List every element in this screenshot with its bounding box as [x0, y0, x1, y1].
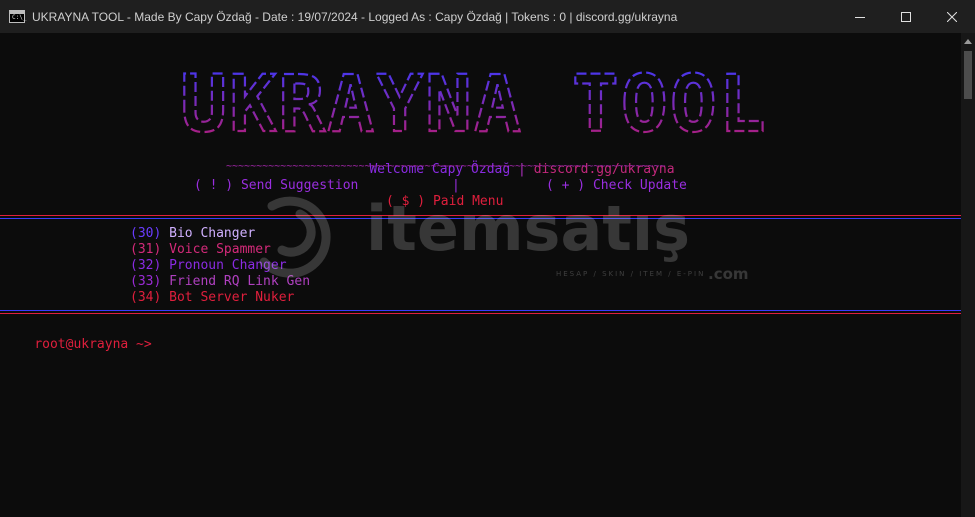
- banner-text: UKRAYNA TOOL: [180, 60, 768, 143]
- menu-item[interactable]: (34) Bot Server Nuker: [130, 290, 294, 306]
- menu-item-label: Pronoun Changer: [169, 258, 287, 273]
- menu-item[interactable]: (32) Pronoun Changer: [130, 258, 287, 274]
- scroll-up-arrow-icon[interactable]: [964, 39, 972, 44]
- maximize-icon: [901, 11, 911, 22]
- options-divider: |: [452, 178, 460, 193]
- menu-item-number: (31): [130, 242, 162, 257]
- menu-item-number: (30): [130, 226, 162, 241]
- check-update-option[interactable]: ( + ) Check Update: [546, 178, 687, 194]
- menu-item-label: Bot Server Nuker: [169, 290, 295, 305]
- minimize-button[interactable]: [837, 0, 883, 33]
- prompt-text: root@ukrayna ~>: [34, 337, 152, 352]
- separator-bottom: [0, 310, 961, 316]
- close-button[interactable]: [929, 0, 975, 33]
- menu-item-number: (32): [130, 258, 162, 273]
- maximize-button[interactable]: [883, 0, 929, 33]
- title-bar: C:\_ UKRAYNA TOOL - Made By Capy Özdağ -…: [0, 0, 975, 33]
- send-suggestion-option[interactable]: ( ! ) Send Suggestion: [194, 178, 358, 194]
- paid-menu-option[interactable]: ( $ ) Paid Menu: [386, 194, 503, 210]
- window-title: UKRAYNA TOOL - Made By Capy Özdağ - Date…: [32, 9, 678, 24]
- menu-item[interactable]: (31) Voice Spammer: [130, 242, 271, 258]
- terminal-app-icon: C:\_: [9, 10, 26, 23]
- close-icon: [947, 11, 957, 22]
- menu-item-label: Friend RQ Link Gen: [169, 274, 311, 289]
- menu-item[interactable]: (33) Friend RQ Link Gen: [130, 274, 310, 290]
- minimize-icon: [855, 16, 865, 18]
- menu-item[interactable]: (30) Bio Changer: [130, 226, 255, 242]
- vertical-scrollbar[interactable]: [961, 33, 975, 517]
- scroll-thumb[interactable]: [964, 51, 972, 99]
- separator-top: [0, 215, 961, 221]
- menu-item-label: Bio Changer: [169, 226, 256, 241]
- menu-item-number: (33): [130, 274, 162, 289]
- command-prompt[interactable]: root@ukrayna ~>: [3, 321, 152, 369]
- terminal-output[interactable]: UKRAYNA TOOL Welcome Capy Özdağ | discor…: [0, 33, 961, 517]
- menu-item-number: (34): [130, 290, 162, 305]
- tilde-rule: ~~~~~~~~~~~~~~~~~~~~~~~~~~~~~~~~~~~~~~~~…: [226, 162, 666, 172]
- menu-item-label: Voice Spammer: [169, 242, 271, 257]
- ascii-banner: UKRAYNA TOOL: [179, 59, 768, 143]
